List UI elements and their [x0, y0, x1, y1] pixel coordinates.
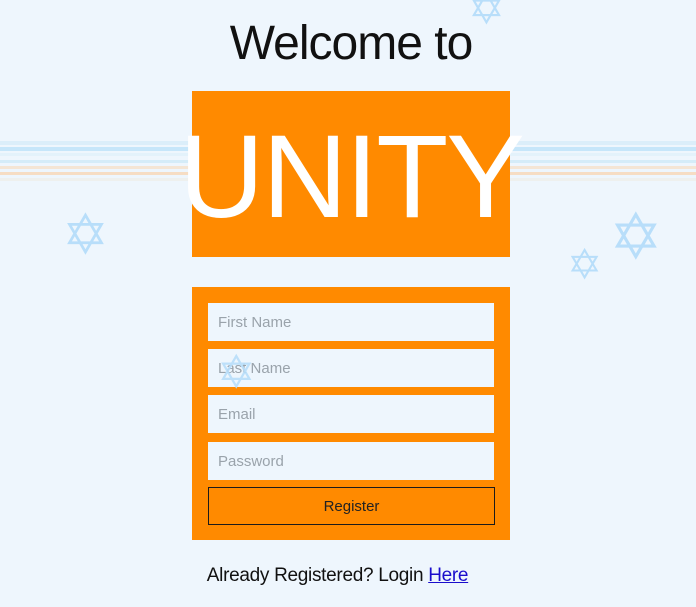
- welcome-heading: Welcome to: [229, 17, 474, 70]
- first-name-field[interactable]: [208, 303, 494, 341]
- star-of-david-icon: ✡: [217, 345, 256, 399]
- email-field[interactable]: [208, 395, 494, 433]
- login-here-link[interactable]: Here: [428, 565, 468, 586]
- registration-form: Register: [192, 287, 510, 540]
- brand-logo-text: UNITY: [179, 111, 525, 243]
- star-of-david-icon: ✡: [567, 240, 603, 289]
- register-button[interactable]: Register: [208, 487, 495, 525]
- star-of-david-icon: ✡: [62, 203, 109, 268]
- login-prompt-text: Already Registered? Login: [206, 565, 429, 586]
- password-field[interactable]: [208, 442, 494, 480]
- brand-logo: UNITY: [179, 91, 525, 257]
- star-of-david-icon: ✡: [609, 201, 663, 275]
- login-prompt: Already Registered? Login Here: [0, 565, 675, 587]
